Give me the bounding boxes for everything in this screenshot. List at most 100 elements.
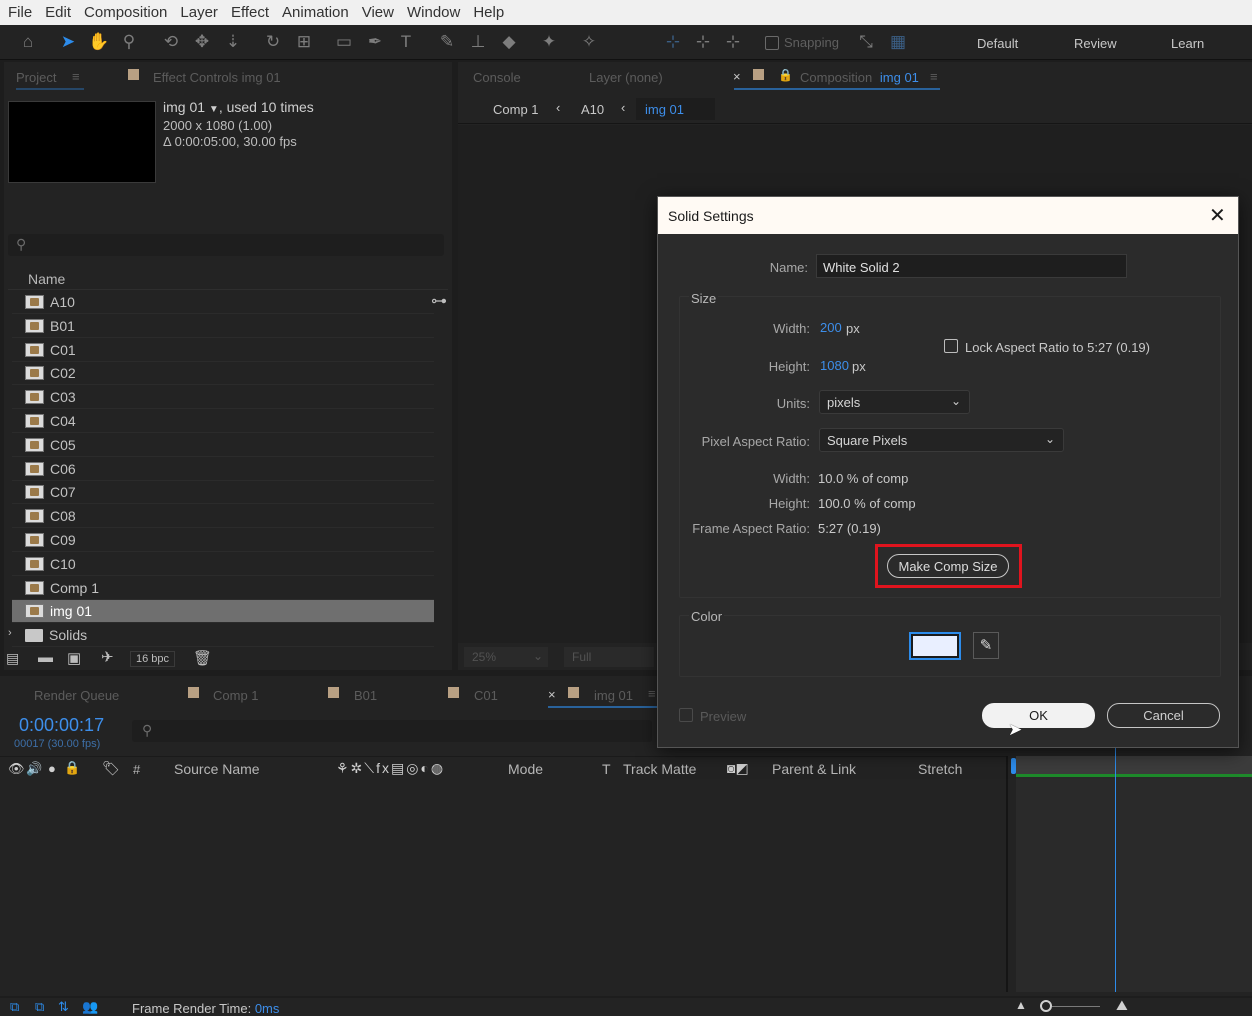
menu-window[interactable]: Window: [407, 4, 460, 21]
zoom-out-icon[interactable]: ▲: [1015, 998, 1027, 1012]
pixel-aspect-select[interactable]: Square Pixels ⌄: [819, 428, 1064, 452]
zoom-dropdown[interactable]: 25% ⌄: [464, 647, 548, 667]
column-stretch[interactable]: Stretch: [918, 761, 962, 777]
layer-area[interactable]: [0, 780, 1006, 992]
project-search-input[interactable]: ⚲: [8, 234, 444, 256]
menu-effect[interactable]: Effect: [231, 4, 269, 21]
bpc-button[interactable]: 16 bpc: [130, 651, 176, 667]
project-item[interactable]: B01: [12, 315, 434, 338]
zoom-slider-track[interactable]: [1052, 1006, 1100, 1007]
eraser-tool-icon[interactable]: ◆: [498, 31, 520, 53]
tab-comp1[interactable]: Comp 1: [213, 688, 259, 703]
snapping-toggle[interactable]: Snapping: [765, 35, 839, 50]
eyedropper-icon[interactable]: ✎: [973, 632, 999, 659]
column-track-matte[interactable]: Track Matte: [623, 761, 696, 777]
lock-icon[interactable]: 🔒: [64, 760, 80, 776]
close-icon[interactable]: ✕: [1209, 203, 1226, 228]
breadcrumb-comp1[interactable]: Comp 1: [493, 102, 539, 117]
units-select[interactable]: pixels ⌄: [819, 390, 970, 414]
project-item[interactable]: C03: [12, 386, 434, 410]
make-comp-size-button[interactable]: Make Comp Size: [887, 554, 1009, 578]
project-item[interactable]: C05: [12, 434, 434, 457]
panel-menu-icon[interactable]: ≡: [930, 69, 938, 84]
width-value[interactable]: 200: [820, 320, 842, 335]
solo-icon[interactable]: ●: [48, 761, 56, 776]
tab-project[interactable]: Project: [16, 70, 56, 85]
current-time-indicator[interactable]: [1115, 746, 1116, 992]
column-mode[interactable]: Mode: [508, 761, 543, 777]
resolution-dropdown[interactable]: Full: [564, 647, 654, 667]
layer-flowchart-icon[interactable]: ⧉: [35, 999, 44, 1015]
workspace-learn[interactable]: Learn: [1171, 36, 1204, 51]
matte-icons[interactable]: ◙◩: [727, 760, 749, 777]
panel-menu-icon[interactable]: ≡: [648, 686, 656, 701]
menu-edit[interactable]: Edit: [45, 4, 71, 21]
tab-img01[interactable]: img 01: [594, 688, 633, 703]
color-swatch[interactable]: [913, 636, 957, 656]
project-item[interactable]: C01: [12, 339, 434, 362]
audio-icon[interactable]: 🔊: [26, 761, 42, 777]
close-icon[interactable]: ×: [548, 687, 556, 702]
menu-help[interactable]: Help: [473, 4, 504, 21]
roto-brush-icon[interactable]: ✦: [538, 31, 560, 53]
brush-tool-icon[interactable]: ✎: [436, 31, 458, 53]
puppet-pin-icon[interactable]: ✧: [578, 31, 600, 53]
menu-view[interactable]: View: [362, 4, 394, 21]
zoom-slider-handle[interactable]: [1040, 1000, 1052, 1012]
project-folder-item[interactable]: › Solids: [8, 624, 434, 648]
timecode[interactable]: 0:00:00:17: [19, 715, 104, 736]
color-swatch-frame[interactable]: [909, 632, 961, 660]
timeline-search-input[interactable]: ⚲: [132, 720, 652, 742]
type-tool-icon[interactable]: T: [395, 31, 417, 53]
home-icon[interactable]: ⌂: [17, 31, 39, 53]
trash-icon[interactable]: 🗑: [193, 649, 212, 667]
column-t[interactable]: T: [602, 761, 611, 777]
comp-flowchart-icon[interactable]: ⧉: [10, 999, 19, 1015]
tab-c01[interactable]: C01: [474, 688, 498, 703]
workspace-default[interactable]: Default: [977, 36, 1018, 51]
column-name[interactable]: Name: [28, 271, 65, 287]
breadcrumb-a10[interactable]: A10: [581, 102, 604, 117]
work-area-start-handle[interactable]: [1011, 758, 1016, 774]
column-hash[interactable]: #: [133, 762, 140, 777]
pen-tool-icon[interactable]: ✒: [364, 31, 386, 53]
menu-file[interactable]: File: [8, 4, 32, 21]
name-input[interactable]: White Solid 2: [816, 254, 1127, 278]
selection-tool-icon[interactable]: ➤: [57, 31, 79, 53]
rotate-tool-icon[interactable]: ↻: [262, 31, 284, 53]
cancel-button[interactable]: Cancel: [1107, 703, 1220, 728]
project-item[interactable]: C04: [12, 410, 434, 433]
work-area-bar[interactable]: [1016, 756, 1252, 774]
snap-features-icon[interactable]: ▦: [887, 31, 909, 53]
menu-layer[interactable]: Layer: [180, 4, 218, 21]
preview-label[interactable]: Preview: [700, 709, 746, 724]
chevron-down-icon[interactable]: ▼: [209, 104, 219, 115]
view-axis-icon[interactable]: ⊹: [722, 31, 744, 53]
orbit-camera-icon[interactable]: ⟲: [160, 31, 182, 53]
new-composition-icon[interactable]: ▣: [67, 649, 81, 667]
project-item[interactable]: C08: [12, 505, 434, 529]
interpret-footage-icon[interactable]: ▤: [6, 650, 19, 667]
rectangle-tool-icon[interactable]: ▭: [333, 31, 355, 53]
new-folder-icon[interactable]: ▬: [38, 649, 53, 666]
preview-checkbox[interactable]: [679, 708, 693, 722]
zoom-tool-icon[interactable]: ⚲: [118, 31, 140, 53]
tab-effect-controls[interactable]: Effect Controls img 01: [153, 70, 281, 85]
project-item[interactable]: img 01: [12, 600, 434, 624]
render-time-icon[interactable]: 👥: [82, 999, 98, 1015]
project-item[interactable]: C09: [12, 529, 434, 552]
transfer-controls-icon[interactable]: ⇅: [58, 999, 69, 1015]
layer-switches-icons[interactable]: ⚘✲⟍fx▤◎◐◍: [336, 760, 445, 777]
dolly-camera-icon[interactable]: ⇣: [222, 31, 244, 53]
tab-render-queue[interactable]: Render Queue: [34, 688, 119, 703]
project-item[interactable]: C06: [12, 458, 434, 481]
project-item[interactable]: C02: [12, 362, 434, 386]
snap-edges-icon[interactable]: ⤡: [855, 31, 877, 53]
clone-stamp-icon[interactable]: ⊥: [467, 31, 489, 53]
time-graph[interactable]: [1016, 756, 1252, 992]
project-item[interactable]: Comp 1: [12, 577, 434, 600]
close-icon[interactable]: ×: [733, 69, 741, 84]
lock-aspect-label[interactable]: Lock Aspect Ratio to 5:27 (0.19): [965, 340, 1150, 355]
project-settings-icon[interactable]: ✈: [101, 648, 114, 666]
project-item[interactable]: A10: [12, 291, 434, 314]
